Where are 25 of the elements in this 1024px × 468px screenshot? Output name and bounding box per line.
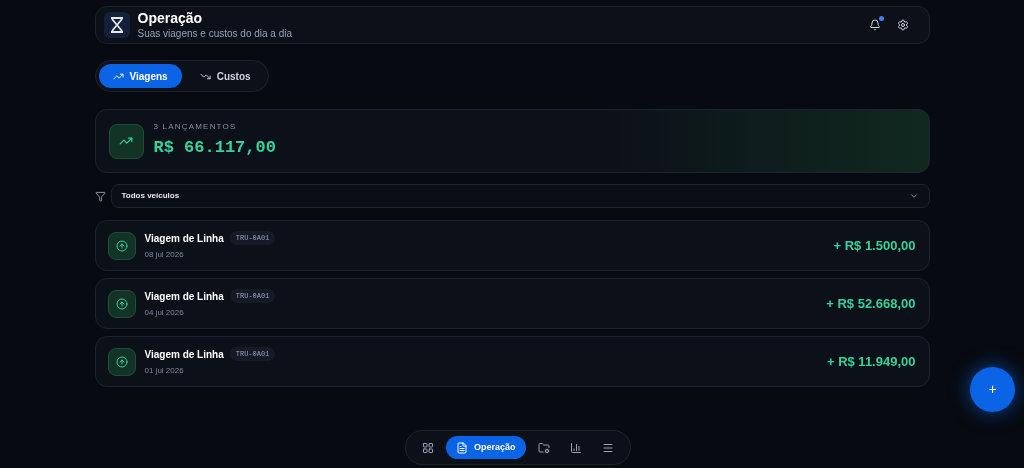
add-button[interactable]: +	[970, 367, 1015, 412]
total-amount: R$ 66.117,00	[153, 137, 276, 160]
entry-date: 01 jul 2026	[144, 364, 185, 377]
trend-up-icon	[108, 123, 144, 159]
entry-amount: + R$ 1.500,00	[833, 236, 917, 255]
settings-icon[interactable]	[896, 19, 909, 31]
entry-amount: + R$ 11.949,00	[826, 352, 917, 371]
entry-date: 08 jul 2026	[144, 248, 185, 261]
tab[interactable]: Viagens	[98, 64, 182, 88]
filter-icon	[94, 190, 106, 202]
entry-title: Viagem de Linha	[144, 231, 224, 246]
tab[interactable]: Custos	[185, 64, 265, 88]
notifications-button[interactable]	[868, 19, 881, 31]
nav-tab[interactable]: Operação	[446, 436, 526, 459]
entry-amount: + R$ 52.668,00	[826, 294, 917, 313]
page-title: Operação	[137, 10, 204, 28]
entry-title: Viagem de Linha	[144, 289, 224, 304]
document-icon	[456, 441, 468, 454]
logo-icon	[103, 12, 130, 38]
vehicle-select[interactable]: Todos veículos	[110, 184, 930, 208]
chevron-down-icon	[908, 191, 919, 201]
page-subtitle: Suas viagens e custos do dia a dia	[137, 27, 293, 40]
entry-title: Viagem de Linha	[144, 347, 224, 362]
entry-count: 3 LANÇAMENTOS	[153, 121, 238, 134]
entry-date: 04 jul 2026	[144, 306, 185, 319]
